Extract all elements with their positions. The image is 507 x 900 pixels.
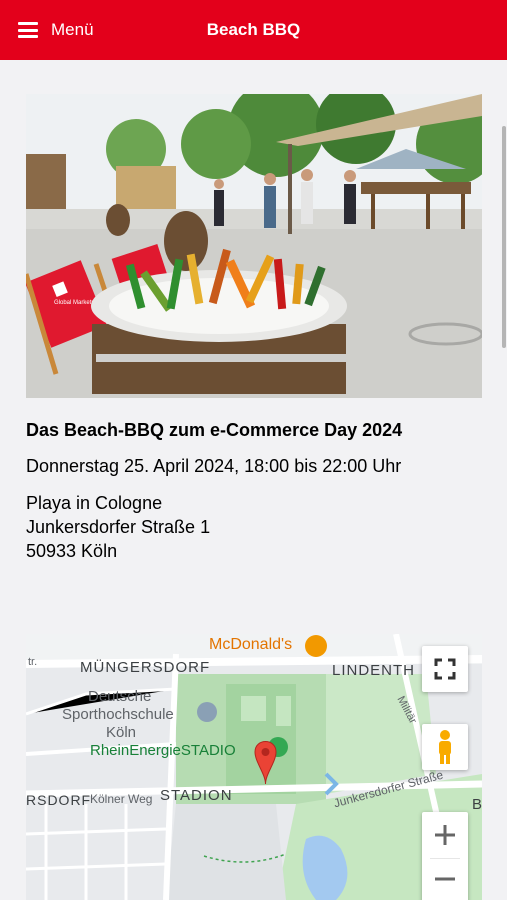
event-title: Das Beach-BBQ zum e-Commerce Day 2024 [26, 420, 403, 440]
map-label-stadion-name: RheinEnergieSTADIO [90, 742, 236, 759]
address-city: 50933 Köln [26, 541, 118, 561]
map-label-lindenthal: LINDENTH [332, 662, 416, 679]
plus-icon [435, 825, 455, 845]
map-label-str: tr. [28, 656, 38, 668]
fullscreen-icon [434, 658, 456, 680]
zoom-controls [422, 812, 468, 900]
minus-icon [435, 877, 455, 881]
event-hero-image: Global Marketplace [26, 94, 482, 398]
scrollbar-thumb[interactable] [502, 126, 506, 348]
map-label-koelner-weg: Kölner Weg [90, 792, 153, 806]
map-label-sporthochschule-2: Sporthochschule [62, 706, 174, 723]
zoom-in-button[interactable] [422, 812, 468, 858]
page-title: Beach BBQ [206, 20, 301, 39]
map-label-b: B [472, 796, 482, 813]
address-venue: Playa in Cologne [26, 493, 163, 513]
map-label-stadion-area: STADION [160, 787, 233, 804]
map-label-rsdorf: RSDORF [26, 792, 92, 808]
address-street: Junkersdorfer Straße 1 [26, 517, 211, 537]
street-view-pegman-button[interactable] [422, 724, 468, 770]
scrollbar[interactable] [501, 60, 507, 900]
map-label-sporthochschule-3: Köln [106, 724, 137, 741]
zoom-out-button[interactable] [422, 859, 468, 899]
location-map[interactable]: McDonald's tr. MÜNGERSDORF LINDENTH Deut… [26, 634, 482, 900]
map-label-sporthochschule-1: Deutsche [88, 688, 152, 705]
hero-illustration: Global Marketplace [26, 94, 482, 398]
top-app-bar: Menü Beach BBQ [0, 0, 507, 60]
event-datetime: Donnerstag 25. April 2024, 18:00 bis 22:… [26, 456, 402, 476]
pegman-icon [439, 730, 451, 764]
event-address: Playa in Cologne Junkersdorfer Straße 1 … [26, 491, 210, 563]
fullscreen-button[interactable] [422, 646, 468, 692]
map-label-muengersdorf: MÜNGERSDORF [80, 659, 211, 676]
map-label-mcdonalds: McDonald's [209, 636, 293, 653]
